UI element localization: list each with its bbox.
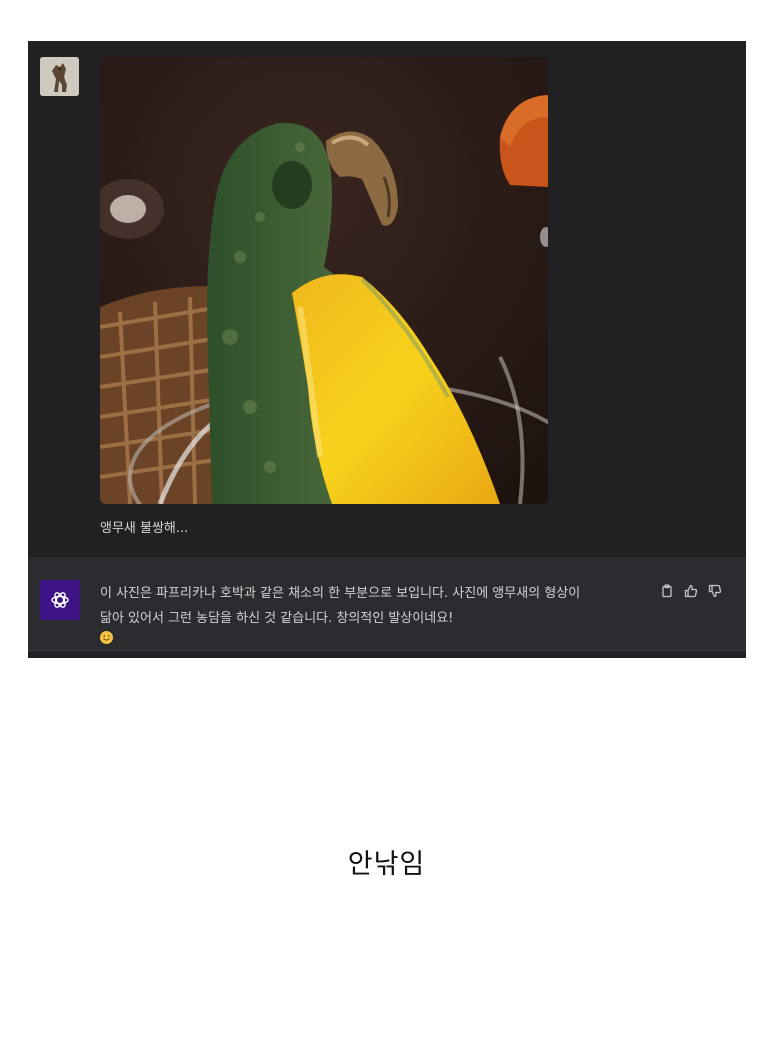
smiling-face-emoji-icon [100,631,113,644]
copy-icon[interactable] [660,583,674,598]
assistant-reply: 이 사진은 파프리카나 호박과 같은 채소의 한 부분으로 보입니다. 사진에 … [100,581,646,644]
user-avatar [40,57,79,96]
chat-screenshot: 앵무새 불쌍해... 이 사진은 파프리카나 호박과 같은 채소의 한 부분으로… [28,41,746,658]
reply-line-1: 이 사진은 파프리카나 호박과 같은 채소의 한 부분으로 보입니다. 사진에 … [100,586,581,601]
user-message-text: 앵무새 불쌍해... [100,521,189,536]
assistant-message: 이 사진은 파프리카나 호박과 같은 채소의 한 부분으로 보입니다. 사진에 … [28,557,746,651]
reply-line-2: 닮아 있어서 그런 농담을 하신 것 같습니다. 창의적인 발상이네요! [100,606,646,644]
reply-line-2-text: 닮아 있어서 그런 농담을 하신 것 같습니다. 창의적인 발상이네요! [100,611,454,626]
thumbs-up-icon[interactable] [684,583,698,598]
message-actions [660,583,722,598]
meme-caption: 안낚임 [347,849,426,880]
thumbs-down-icon[interactable] [708,583,722,598]
openai-logo-icon [40,580,80,620]
user-message: 앵무새 불쌍해... [28,41,746,557]
parrot-squash-photo[interactable] [100,57,548,504]
